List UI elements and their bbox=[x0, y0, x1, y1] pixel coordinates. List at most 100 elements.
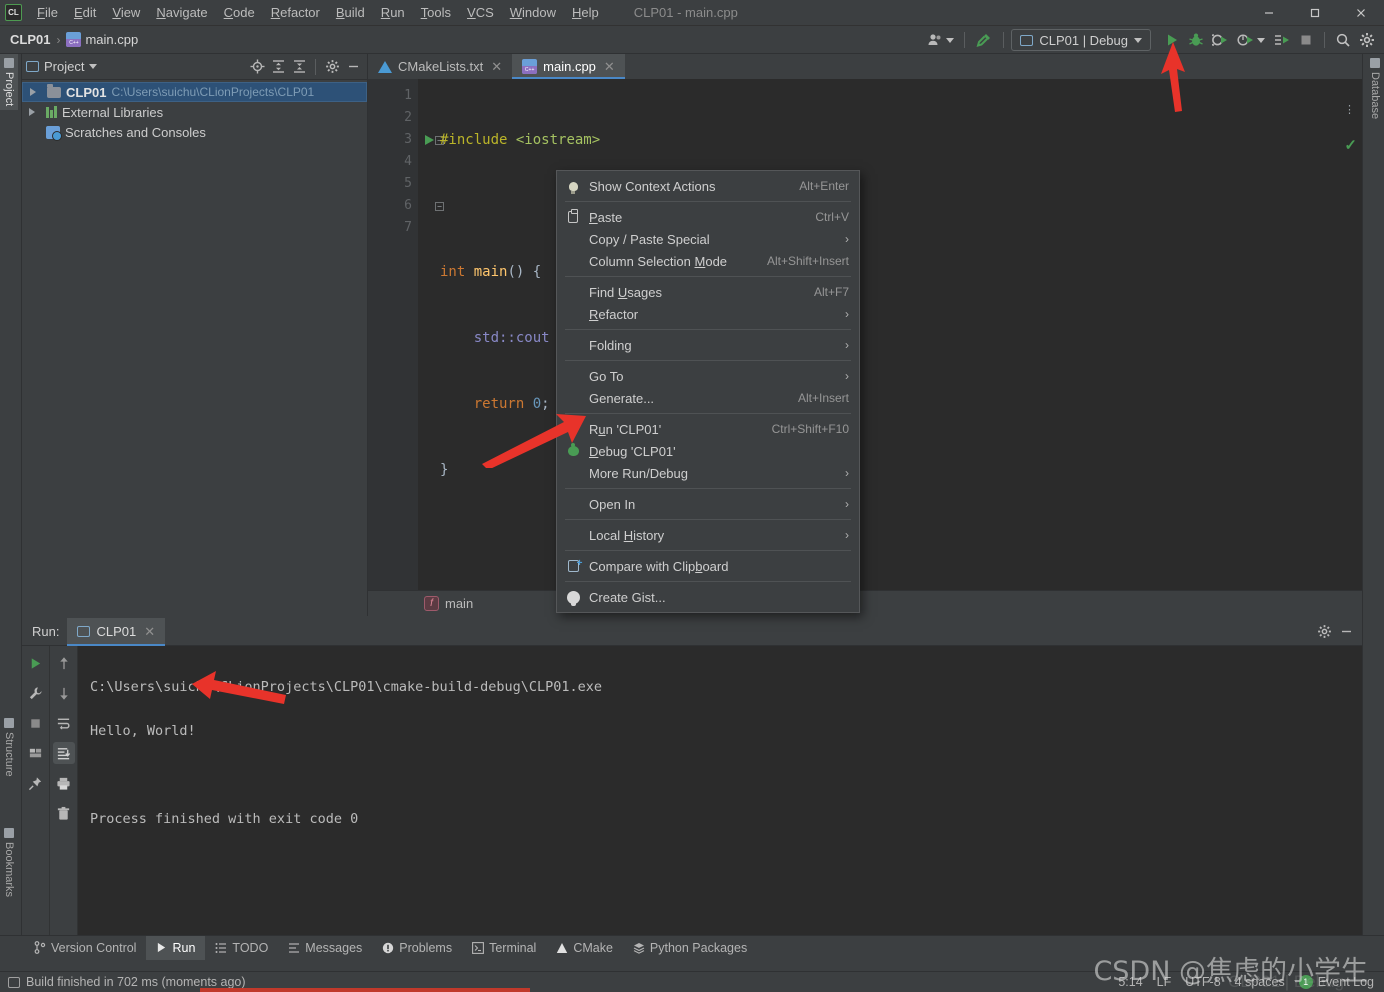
menu-refactor[interactable]: Refactor bbox=[264, 2, 327, 23]
tree-item-external-libraries[interactable]: External Libraries bbox=[22, 102, 367, 122]
settings-gear-icon[interactable] bbox=[322, 57, 342, 77]
collapse-all-icon[interactable] bbox=[289, 57, 309, 77]
menu-item-column-selection-mode[interactable]: Column Selection Mode Alt+Shift+Insert bbox=[557, 250, 859, 272]
event-log-button[interactable]: 1 Event Log bbox=[1298, 975, 1374, 989]
scroll-to-end-icon[interactable] bbox=[52, 742, 75, 764]
breadcrumb-project[interactable]: CLP01 bbox=[10, 32, 50, 47]
tree-item-clp01[interactable]: CLP01 C:\Users\suichu\CLionProjects\CLP0… bbox=[22, 82, 367, 102]
menu-tools[interactable]: Tools bbox=[414, 2, 458, 23]
editor-breadcrumb-label[interactable]: main bbox=[445, 596, 473, 611]
project-panel-title[interactable]: Project bbox=[26, 59, 98, 74]
hide-icon[interactable] bbox=[1336, 622, 1356, 642]
tab-main-cpp[interactable]: main.cpp ✕ bbox=[512, 54, 625, 79]
bottom-tab-problems[interactable]: Problems bbox=[372, 936, 462, 960]
stop-icon[interactable] bbox=[1295, 29, 1317, 51]
trash-icon[interactable] bbox=[53, 802, 75, 824]
chevron-right-icon[interactable] bbox=[30, 88, 36, 96]
close-icon[interactable]: ✕ bbox=[604, 59, 615, 75]
bottom-tab-todo[interactable]: TODO bbox=[205, 936, 278, 960]
run-console-output[interactable]: C:\Users\suichu\CLionProjects\CLP01\cmak… bbox=[78, 646, 1362, 946]
run-with-coverage-icon[interactable] bbox=[1209, 29, 1232, 51]
maximize-icon[interactable] bbox=[1292, 0, 1338, 26]
layout-icon[interactable] bbox=[25, 742, 47, 764]
console-line-4: Process finished with exit code 0 bbox=[90, 811, 359, 827]
menu-edit[interactable]: Edit bbox=[67, 2, 103, 23]
menu-item-run-clp01[interactable]: Run 'CLP01' Ctrl+Shift+F10 bbox=[557, 418, 859, 440]
menu-help[interactable]: Help bbox=[565, 2, 606, 23]
menu-item-debug-clp01[interactable]: Debug 'CLP01' bbox=[557, 440, 859, 462]
print-icon[interactable] bbox=[53, 772, 75, 794]
editor-right-margin[interactable]: ⋮ ✓ bbox=[1340, 104, 1362, 615]
bottom-tab-version-control[interactable]: Version Control bbox=[24, 936, 146, 960]
rerun-icon[interactable] bbox=[25, 652, 47, 674]
menu-view[interactable]: View bbox=[105, 2, 147, 23]
menu-code[interactable]: Code bbox=[217, 2, 262, 23]
bottom-tab-run[interactable]: Run bbox=[146, 935, 206, 960]
rail-tab-project[interactable]: Project bbox=[0, 54, 18, 111]
menu-item-copy-paste-special[interactable]: Copy / Paste Special › bbox=[557, 228, 859, 250]
menu-item-paste[interactable]: Paste Ctrl+V bbox=[557, 206, 859, 228]
down-arrow-icon[interactable] bbox=[53, 682, 75, 704]
pin-icon[interactable] bbox=[25, 772, 47, 794]
file-encoding[interactable]: UTF-8 bbox=[1185, 975, 1220, 989]
menu-item-go-to[interactable]: Go To › bbox=[557, 365, 859, 387]
rail-tab-database[interactable]: Database bbox=[1366, 54, 1384, 123]
tree-item-scratches[interactable]: Scratches and Consoles bbox=[22, 122, 367, 142]
search-everywhere-icon[interactable] bbox=[1332, 29, 1354, 51]
breadcrumb-file[interactable]: main.cpp bbox=[85, 32, 138, 47]
close-icon[interactable] bbox=[1338, 0, 1384, 26]
attach-process-icon[interactable] bbox=[1270, 29, 1293, 51]
menu-item-open-in[interactable]: Open In › bbox=[557, 493, 859, 515]
menu-item-find-usages[interactable]: Find Usages Alt+F7 bbox=[557, 281, 859, 303]
line-separator[interactable]: LF bbox=[1157, 975, 1172, 989]
status-message[interactable]: Build finished in 702 ms (moments ago) bbox=[26, 975, 246, 989]
bottom-tab-python-packages[interactable]: Python Packages bbox=[623, 936, 757, 960]
menu-window[interactable]: Window bbox=[503, 2, 563, 23]
menu-item-refactor[interactable]: Refactor › bbox=[557, 303, 859, 325]
hide-icon[interactable] bbox=[343, 57, 363, 77]
profile-icon[interactable] bbox=[1234, 29, 1268, 51]
bottom-tab-terminal[interactable]: Terminal bbox=[462, 936, 546, 960]
locate-target-icon[interactable] bbox=[247, 57, 267, 77]
rail-tab-structure[interactable]: Structure bbox=[0, 714, 18, 781]
settings-gear-icon[interactable] bbox=[1356, 29, 1378, 51]
menu-item-local-history[interactable]: Local History › bbox=[557, 524, 859, 546]
up-arrow-icon[interactable] bbox=[53, 652, 75, 674]
settings-gear-icon[interactable] bbox=[1314, 622, 1334, 642]
run-tab-clp01[interactable]: CLP01 ✕ bbox=[67, 617, 166, 646]
menu-file[interactable]: FFileile bbox=[30, 2, 65, 23]
editor-gutter[interactable]: 1 2 3 − 4 5 6 − 7 bbox=[368, 79, 444, 590]
menu-item-create-gist[interactable]: Create Gist... bbox=[557, 586, 859, 608]
menu-item-more-run-debug[interactable]: More Run/Debug › bbox=[557, 462, 859, 484]
menu-run[interactable]: Run bbox=[374, 2, 412, 23]
editor-options-menu-icon[interactable]: ⋮ bbox=[1344, 105, 1355, 116]
debug-button[interactable] bbox=[1185, 29, 1207, 51]
minimize-icon[interactable] bbox=[1246, 0, 1292, 26]
menu-vcs[interactable]: VCS bbox=[460, 2, 501, 23]
chevron-right-icon[interactable] bbox=[29, 108, 35, 116]
close-icon[interactable]: ✕ bbox=[144, 624, 155, 640]
menu-item-folding[interactable]: Folding › bbox=[557, 334, 859, 356]
bottom-tab-messages[interactable]: Messages bbox=[278, 936, 372, 960]
rail-tab-bookmarks[interactable]: Bookmarks bbox=[0, 824, 18, 901]
build-hammer-icon[interactable] bbox=[972, 29, 996, 51]
code-editor[interactable]: 1 2 3 − 4 5 6 − 7 #include <iostream> in… bbox=[368, 79, 1362, 615]
menu-item-compare-with-clipboard[interactable]: Compare with Clipboard bbox=[557, 555, 859, 577]
indent-setting[interactable]: 4 spaces bbox=[1235, 975, 1285, 989]
user-account-icon[interactable] bbox=[924, 29, 957, 51]
expand-all-icon[interactable] bbox=[268, 57, 288, 77]
run-configuration-selector[interactable]: CLP01 | Debug bbox=[1011, 29, 1151, 51]
tab-cmakelists[interactable]: CMakeLists.txt ✕ bbox=[368, 54, 512, 79]
menu-navigate[interactable]: Navigate bbox=[149, 2, 214, 23]
close-icon[interactable]: ✕ bbox=[491, 59, 502, 75]
menu-item-generate[interactable]: Generate... Alt+Insert bbox=[557, 387, 859, 409]
run-button[interactable] bbox=[1161, 29, 1183, 51]
wrench-icon[interactable] bbox=[25, 682, 47, 704]
soft-wrap-icon[interactable] bbox=[53, 712, 75, 734]
caret-position[interactable]: 5:14 bbox=[1118, 975, 1142, 989]
menu-item-show-context-actions[interactable]: Show Context Actions Alt+Enter bbox=[557, 175, 859, 197]
bottom-tab-cmake[interactable]: CMake bbox=[546, 936, 623, 960]
menu-build[interactable]: Build bbox=[329, 2, 372, 23]
stop-icon[interactable] bbox=[25, 712, 47, 734]
inspection-status-icon[interactable]: ✓ bbox=[1344, 136, 1357, 154]
